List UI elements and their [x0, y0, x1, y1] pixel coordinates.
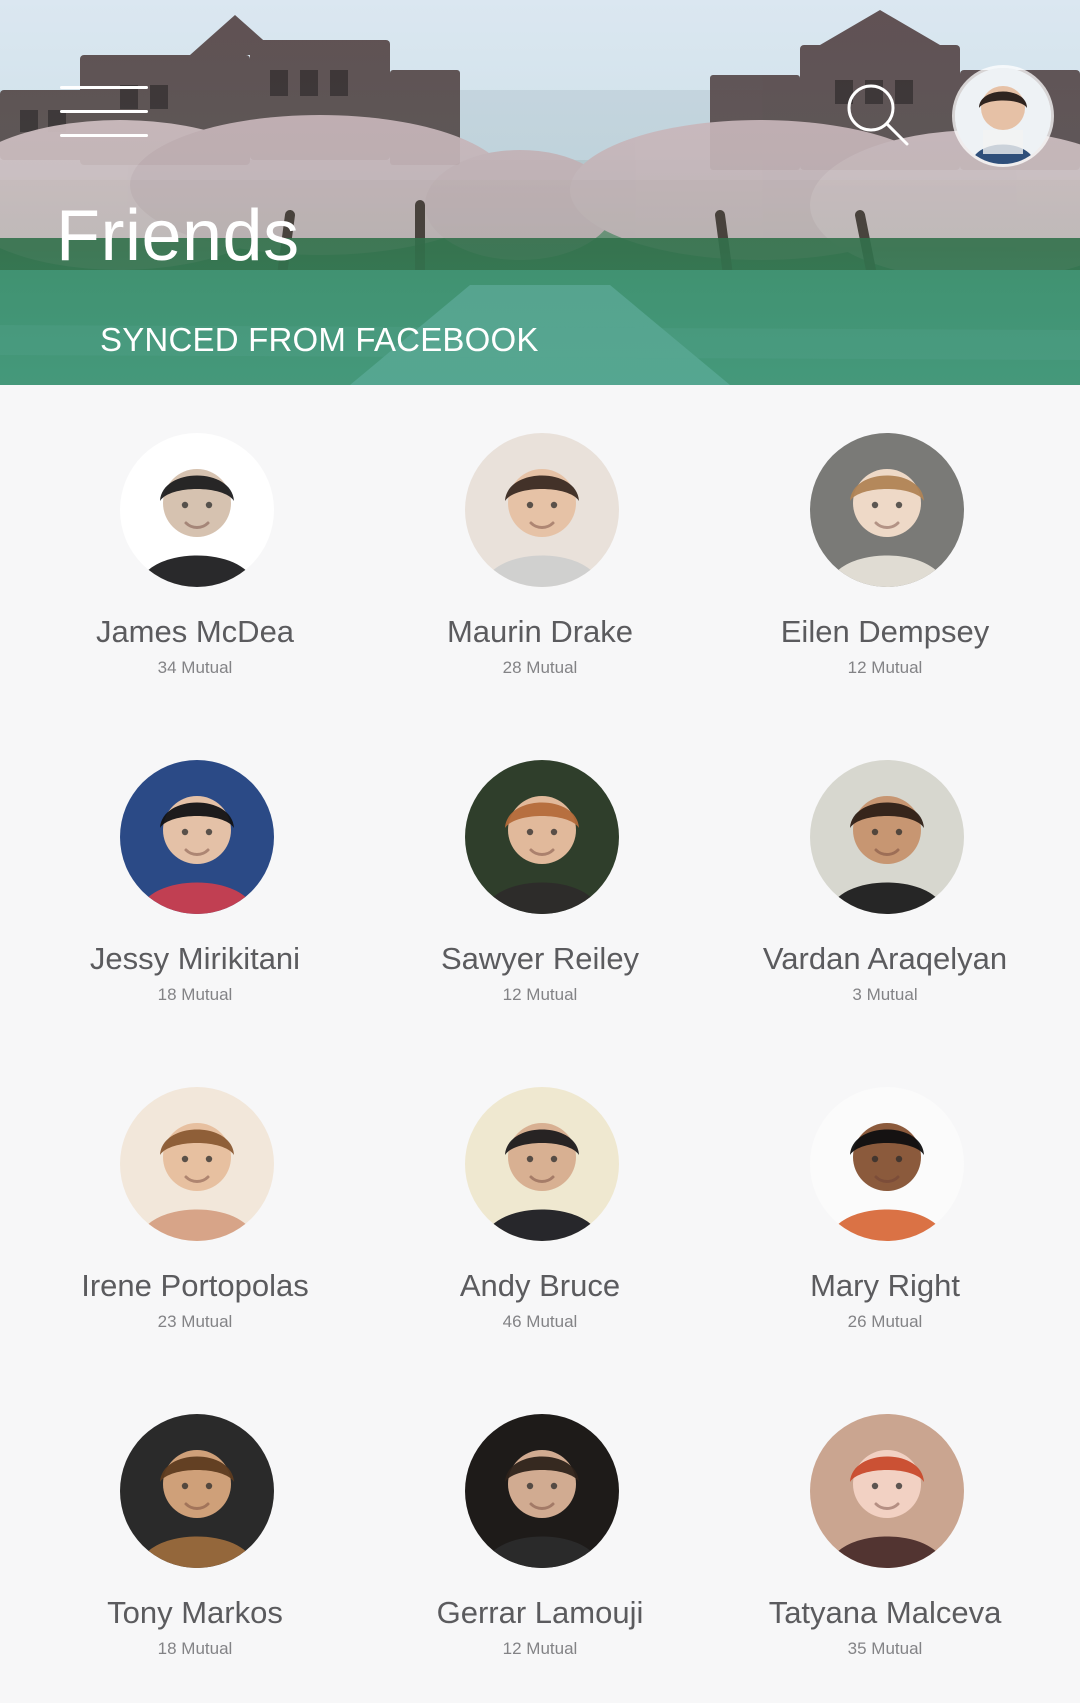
friends-header: Friends SYNCED FROM FACEBOOK [0, 0, 1080, 385]
friend-avatar [810, 1087, 964, 1241]
friend-avatar [465, 760, 619, 914]
friend-card[interactable]: Gerrar Lamouji 12 Mutual [360, 1366, 720, 1693]
friend-avatar [120, 760, 274, 914]
friend-name: Vardan Araqelyan [762, 941, 1008, 976]
friend-photo-image [465, 1087, 619, 1241]
friend-name: Andy Bruce [459, 1268, 621, 1303]
friend-photo-image [120, 1414, 274, 1568]
friend-mutual-count: 18 Mutual [157, 985, 233, 1004]
friend-card[interactable]: Vardan Araqelyan 3 Mutual [705, 712, 1065, 1039]
friend-photo-image [120, 433, 274, 587]
profile-avatar[interactable] [955, 68, 1051, 164]
friend-card[interactable]: Maurin Drake 28 Mutual [360, 385, 720, 712]
friend-avatar [120, 1414, 274, 1568]
friend-photo-image [120, 1087, 274, 1241]
friend-avatar [120, 1087, 274, 1241]
friend-mutual-count: 12 Mutual [502, 985, 578, 1004]
friend-mutual-count: 18 Mutual [157, 1639, 233, 1658]
friend-photo-image [810, 1414, 964, 1568]
friend-mutual-count: 35 Mutual [847, 1639, 923, 1658]
friend-mutual-count: 28 Mutual [502, 658, 578, 677]
menu-line-icon [60, 110, 148, 113]
friend-avatar [465, 1414, 619, 1568]
friend-photo-image [810, 1087, 964, 1241]
friend-photo-image [810, 433, 964, 587]
profile-avatar-image [955, 68, 1051, 164]
friend-avatar [120, 433, 274, 587]
friend-card[interactable]: James McDea 34 Mutual [15, 385, 375, 712]
friend-photo-image [465, 1414, 619, 1568]
friend-name: Mary Right [810, 1268, 960, 1303]
friend-mutual-count: 23 Mutual [157, 1312, 233, 1331]
friend-name: Tatyana Malceva [768, 1595, 1002, 1630]
friend-card[interactable]: Tatyana Malceva 35 Mutual [705, 1366, 1065, 1693]
friend-photo-image [120, 760, 274, 914]
page-title: Friends [56, 196, 300, 276]
menu-line-icon [60, 134, 148, 137]
friend-avatar [810, 1414, 964, 1568]
friend-mutual-count: 34 Mutual [157, 658, 233, 677]
friend-name: Tony Markos [107, 1595, 283, 1630]
friend-card[interactable]: Irene Portopolas 23 Mutual [15, 1039, 375, 1366]
friend-avatar [465, 1087, 619, 1241]
hamburger-menu-icon[interactable] [60, 86, 148, 142]
friend-mutual-count: 3 Mutual [852, 985, 918, 1004]
search-icon[interactable] [845, 82, 909, 146]
page-subtitle: SYNCED FROM FACEBOOK [100, 321, 539, 358]
friend-card[interactable]: Jessy Mirikitani 18 Mutual [15, 712, 375, 1039]
friends-grid: James McDea 34 Mutual Maurin Drake 28 Mu… [0, 385, 1080, 1703]
friend-card[interactable]: Tony Markos 18 Mutual [15, 1366, 375, 1693]
friend-card[interactable]: Andy Bruce 46 Mutual [360, 1039, 720, 1366]
friend-mutual-count: 26 Mutual [847, 1312, 923, 1331]
friend-card[interactable]: Eilen Dempsey 12 Mutual [705, 385, 1065, 712]
menu-line-icon [60, 86, 148, 89]
friend-photo-image [465, 433, 619, 587]
friend-name: Sawyer Reiley [440, 941, 640, 976]
friend-name: Eilen Dempsey [780, 614, 990, 649]
friend-name: James McDea [95, 614, 295, 649]
friend-card[interactable]: Mary Right 26 Mutual [705, 1039, 1065, 1366]
friend-name: Gerrar Lamouji [436, 1595, 644, 1630]
friend-mutual-count: 12 Mutual [847, 658, 923, 677]
friend-name: Jessy Mirikitani [89, 941, 301, 976]
friend-avatar [810, 760, 964, 914]
friend-name: Maurin Drake [446, 614, 634, 649]
friend-photo-image [810, 760, 964, 914]
friend-mutual-count: 12 Mutual [502, 1639, 578, 1658]
friend-mutual-count: 46 Mutual [502, 1312, 578, 1331]
friend-avatar [465, 433, 619, 587]
friend-name: Irene Portopolas [81, 1268, 309, 1303]
friend-card[interactable]: Sawyer Reiley 12 Mutual [360, 712, 720, 1039]
friend-avatar [810, 433, 964, 587]
friend-photo-image [465, 760, 619, 914]
